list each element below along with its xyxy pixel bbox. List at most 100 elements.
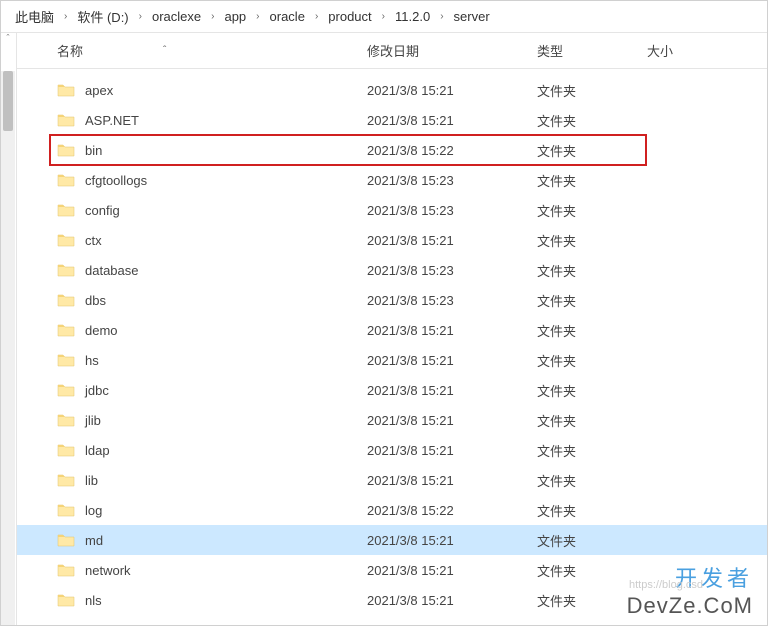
column-name-label: 名称	[57, 41, 83, 60]
file-name-label: jdbc	[85, 383, 109, 398]
breadcrumb[interactable]: 此电脑›软件 (D:)›oraclexe›app›oracle›product›…	[1, 1, 767, 33]
file-type-cell: 文件夹	[537, 381, 647, 400]
file-type-cell: 文件夹	[537, 321, 647, 340]
file-type-cell: 文件夹	[537, 261, 647, 280]
column-type-label: 类型	[537, 44, 563, 59]
file-type-cell: 文件夹	[537, 171, 647, 190]
folder-icon	[57, 293, 75, 307]
nav-collapse-icon[interactable]: ˆ	[1, 33, 15, 47]
folder-icon	[57, 113, 75, 127]
table-row[interactable]: log2021/3/8 15:22文件夹	[17, 495, 767, 525]
column-header-name[interactable]: 名称 ˆ	[57, 41, 367, 60]
sort-asc-icon: ˆ	[163, 45, 166, 56]
file-name-cell: demo	[57, 323, 367, 338]
file-type-cell: 文件夹	[537, 201, 647, 220]
file-name-label: hs	[85, 353, 99, 368]
table-row[interactable]: demo2021/3/8 15:21文件夹	[17, 315, 767, 345]
file-date-cell: 2021/3/8 15:21	[367, 473, 537, 488]
chevron-right-icon[interactable]: ›	[434, 11, 449, 22]
file-date-cell: 2021/3/8 15:21	[367, 563, 537, 578]
column-header-type[interactable]: 类型	[537, 41, 647, 60]
folder-icon	[57, 353, 75, 367]
table-row[interactable]: config2021/3/8 15:23文件夹	[17, 195, 767, 225]
folder-icon	[57, 233, 75, 247]
folder-icon	[57, 203, 75, 217]
nav-scrollbar[interactable]	[1, 71, 15, 625]
table-row[interactable]: jdbc2021/3/8 15:21文件夹	[17, 375, 767, 405]
file-name-cell: jdbc	[57, 383, 367, 398]
folder-icon	[57, 533, 75, 547]
file-type-cell: 文件夹	[537, 411, 647, 430]
file-name-cell: hs	[57, 353, 367, 368]
file-name-cell: lib	[57, 473, 367, 488]
file-name-label: jlib	[85, 413, 101, 428]
file-name-label: log	[85, 503, 102, 518]
chevron-right-icon[interactable]: ›	[58, 11, 73, 22]
chevron-right-icon[interactable]: ›	[309, 11, 324, 22]
file-type-cell: 文件夹	[537, 561, 647, 580]
file-name-cell: ASP.NET	[57, 113, 367, 128]
file-type-cell: 文件夹	[537, 531, 647, 550]
file-name-cell: ctx	[57, 233, 367, 248]
file-name-cell: ldap	[57, 443, 367, 458]
breadcrumb-item[interactable]: server	[450, 7, 494, 26]
column-size-label: 大小	[647, 44, 673, 59]
file-name-cell: bin	[57, 143, 367, 158]
file-name-label: lib	[85, 473, 98, 488]
file-type-cell: 文件夹	[537, 111, 647, 130]
table-row[interactable]: jlib 2021/3/8 15:21文件夹	[17, 405, 767, 435]
folder-icon	[57, 383, 75, 397]
breadcrumb-item[interactable]: 此电脑	[11, 5, 58, 28]
table-row[interactable]: md2021/3/8 15:21文件夹	[17, 525, 767, 555]
table-row[interactable]: cfgtoollogs 2021/3/8 15:23文件夹	[17, 165, 767, 195]
file-date-cell: 2021/3/8 15:22	[367, 503, 537, 518]
file-name-cell: network	[57, 563, 367, 578]
breadcrumb-item[interactable]: oraclexe	[148, 7, 205, 26]
file-name-label: apex	[85, 83, 113, 98]
chevron-right-icon[interactable]: ›	[205, 11, 220, 22]
file-type-cell: 文件夹	[537, 441, 647, 460]
file-rows: apex2021/3/8 15:21文件夹ASP.NET2021/3/8 15:…	[17, 69, 767, 615]
table-row[interactable]: database2021/3/8 15:23文件夹	[17, 255, 767, 285]
file-type-cell: 文件夹	[537, 231, 647, 250]
breadcrumb-item[interactable]: oracle	[266, 7, 309, 26]
file-name-label: network	[85, 563, 131, 578]
table-row[interactable]: lib 2021/3/8 15:21文件夹	[17, 465, 767, 495]
file-name-cell: log	[57, 503, 367, 518]
table-row[interactable]: ldap2021/3/8 15:21文件夹	[17, 435, 767, 465]
file-date-cell: 2021/3/8 15:22	[367, 143, 537, 158]
file-list-pane: 名称 ˆ 修改日期 类型 大小 apex2021/3/8 15:21文件夹ASP…	[17, 33, 767, 625]
nav-scroll-thumb[interactable]	[3, 71, 13, 131]
file-date-cell: 2021/3/8 15:23	[367, 173, 537, 188]
folder-icon	[57, 503, 75, 517]
table-row[interactable]: network 2021/3/8 15:21文件夹	[17, 555, 767, 585]
file-date-cell: 2021/3/8 15:21	[367, 413, 537, 428]
table-row[interactable]: dbs2021/3/8 15:23文件夹	[17, 285, 767, 315]
table-row[interactable]: apex2021/3/8 15:21文件夹	[17, 75, 767, 105]
table-row[interactable]: bin2021/3/8 15:22文件夹	[17, 135, 767, 165]
file-name-cell: jlib	[57, 413, 367, 428]
chevron-right-icon[interactable]: ›	[133, 11, 148, 22]
table-row[interactable]: hs2021/3/8 15:21文件夹	[17, 345, 767, 375]
table-row[interactable]: ASP.NET2021/3/8 15:21文件夹	[17, 105, 767, 135]
breadcrumb-item[interactable]: product	[324, 7, 375, 26]
folder-icon	[57, 443, 75, 457]
column-date-label: 修改日期	[367, 44, 419, 59]
file-date-cell: 2021/3/8 15:23	[367, 263, 537, 278]
file-name-label: cfgtoollogs	[85, 173, 147, 188]
table-row[interactable]: nls2021/3/8 15:21文件夹	[17, 585, 767, 615]
file-type-cell: 文件夹	[537, 591, 647, 610]
column-header-row: 名称 ˆ 修改日期 类型 大小	[17, 33, 767, 69]
breadcrumb-item[interactable]: 11.2.0	[391, 7, 434, 26]
breadcrumb-item[interactable]: 软件 (D:)	[73, 5, 132, 28]
file-type-cell: 文件夹	[537, 351, 647, 370]
column-header-size[interactable]: 大小	[647, 41, 727, 60]
file-date-cell: 2021/3/8 15:23	[367, 203, 537, 218]
table-row[interactable]: ctx2021/3/8 15:21文件夹	[17, 225, 767, 255]
file-type-cell: 文件夹	[537, 141, 647, 160]
file-type-cell: 文件夹	[537, 471, 647, 490]
breadcrumb-item[interactable]: app	[220, 7, 250, 26]
column-header-date[interactable]: 修改日期	[367, 41, 537, 60]
chevron-right-icon[interactable]: ›	[250, 11, 265, 22]
chevron-right-icon[interactable]: ›	[376, 11, 391, 22]
